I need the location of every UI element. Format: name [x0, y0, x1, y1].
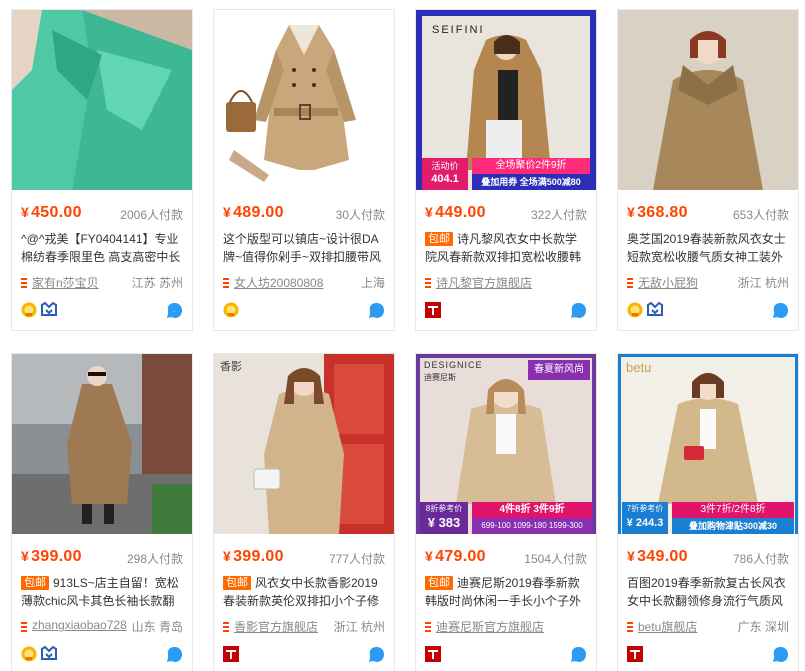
product-image[interactable] — [214, 10, 394, 190]
price: ¥450.00 — [21, 204, 82, 221]
shop-link[interactable]: 迪赛尼斯官方旗舰店 — [436, 618, 544, 635]
shop-link[interactable]: 诗凡黎官方旗舰店 — [436, 274, 532, 291]
shop-icon — [425, 278, 431, 288]
price: ¥399.00 — [21, 548, 82, 565]
free-shipping-tag: 包邮 — [425, 232, 453, 246]
shop-icon — [223, 278, 229, 288]
price: ¥368.80 — [627, 204, 688, 221]
price: ¥399.00 — [223, 548, 284, 565]
location: 广东 深圳 — [737, 620, 789, 634]
product-image[interactable] — [12, 10, 192, 190]
location: 上海 — [360, 276, 385, 290]
product-title-link[interactable]: 百图2019春季新款复古长风衣女中长款翻领修身流行气质风衣 — [627, 574, 789, 610]
chat-icon[interactable] — [570, 302, 587, 319]
shop-link[interactable]: zhangxiaobao728 — [32, 618, 127, 632]
location: 山东 青岛 — [131, 620, 183, 634]
gold-seller-icon[interactable] — [21, 302, 37, 318]
product-card[interactable]: ¥368.80 653人付款 奥芝国2019春装新款风衣女士短款宽松收腰气质女神… — [617, 9, 799, 331]
shop-link[interactable]: 女人坊20080808 — [234, 274, 323, 291]
brand-label: SEIFINI — [432, 24, 485, 36]
product-title-link[interactable]: 包邮 诗凡黎风衣女中长款学院风春新款双排扣宽松收腰韩 — [425, 230, 587, 266]
product-card[interactable]: ¥399.00 298人付款 包邮 913LS~店主自留！宽松薄款chic风卡其色… — [11, 353, 193, 671]
chat-icon[interactable] — [570, 646, 587, 663]
brand-label: betu — [626, 360, 652, 375]
shop-link[interactable]: 香影官方旗舰店 — [234, 618, 318, 635]
tmall-icon[interactable] — [425, 302, 441, 318]
price: ¥449.00 — [425, 204, 486, 221]
product-image[interactable]: SEIFINI 活动价 404.1 全场聚价2件9折 叠加用券 全场满500减8… — [416, 10, 596, 190]
product-card[interactable]: DESIGNICE 迪赛尼斯 春夏新风尚 8折参考价 ¥ 383 4件8折 3件… — [415, 353, 597, 671]
shop-icon — [627, 278, 633, 288]
chat-icon[interactable] — [166, 646, 183, 663]
gold-seller-icon[interactable] — [627, 302, 643, 318]
product-card[interactable]: ¥489.00 30人付款 这个版型可以镇店~设计很DA牌~值得你剁手~双排扣腰… — [213, 9, 395, 331]
promo-banner: 活动价 404.1 全场聚价2件9折 叠加用券 全场满500减80 — [416, 158, 596, 190]
product-card[interactable]: betu 7折参考价 ¥ 244.3 3件7折/2件8折 叠加购物津贴300减3… — [617, 353, 799, 671]
product-image[interactable] — [12, 354, 192, 534]
shop-icon — [425, 622, 431, 632]
shop-link[interactable]: betu旗舰店 — [638, 618, 697, 635]
product-title-link[interactable]: 奥芝国2019春装新款风衣女士短款宽松收腰气质女神工装外 — [627, 230, 789, 266]
sales-count: 2006人付款 — [120, 208, 183, 222]
tmall-icon[interactable] — [627, 646, 643, 662]
sales-count: 298人付款 — [126, 552, 183, 566]
price: ¥489.00 — [223, 204, 284, 221]
product-image[interactable]: betu 7折参考价 ¥ 244.3 3件7折/2件8折 叠加购物津贴300减3… — [618, 354, 798, 534]
gold-seller-icon[interactable] — [223, 302, 239, 318]
free-shipping-tag: 包邮 — [425, 576, 453, 590]
sales-count: 786人付款 — [732, 552, 789, 566]
sales-count: 1504人付款 — [524, 552, 587, 566]
svg-text:··: ·· — [172, 309, 176, 315]
product-card[interactable]: SEIFINI 活动价 404.1 全场聚价2件9折 叠加用券 全场满500减8… — [415, 9, 597, 331]
shop-icon — [627, 622, 633, 632]
free-shipping-tag: 包邮 — [223, 576, 251, 590]
chat-icon[interactable] — [368, 646, 385, 663]
product-title-link[interactable]: ^@^戎美【FY0404141】专业棉纺春季限里色 高支高密中长 — [21, 230, 183, 266]
promo-banner-title: 春夏新风尚 — [528, 360, 590, 380]
product-title-link[interactable]: 包邮 913LS~店主自留！宽松薄款chic风卡其色长袖长款翻 — [21, 574, 183, 610]
product-image[interactable] — [618, 10, 798, 190]
sales-count: 30人付款 — [335, 208, 385, 222]
product-card[interactable]: 香影 ¥399.00 777人付款 包邮 风衣女中长款香影2019春装新款英伦双排… — [213, 353, 395, 671]
brand-label: 香影 — [220, 361, 242, 373]
chat-icon[interactable]: ·· — [166, 302, 183, 319]
chat-icon[interactable] — [772, 646, 789, 663]
promo-banner: 7折参考价 ¥ 244.3 3件7折/2件8折 叠加购物津贴300减30 — [618, 502, 798, 534]
product-image[interactable]: DESIGNICE 迪赛尼斯 春夏新风尚 8折参考价 ¥ 383 4件8折 3件… — [416, 354, 596, 534]
shop-icon — [223, 622, 229, 632]
brand-label: DESIGNICE — [424, 360, 483, 370]
free-shipping-tag: 包邮 — [21, 576, 49, 590]
product-card[interactable]: ¥450.00 2006人付款 ^@^戎美【FY0404141】专业棉纺春季限里… — [11, 9, 193, 331]
shop-link[interactable]: 无敌小屁狗 — [638, 274, 698, 291]
promo-banner: 8折参考价 ¥ 383 4件8折 3件9折 699-100 1099-180 1… — [416, 502, 596, 534]
sales-count: 653人付款 — [732, 208, 789, 222]
shop-link[interactable]: 家有n莎宝贝 — [32, 274, 99, 291]
product-title-link[interactable]: 包邮 风衣女中长款香影2019春装新款英伦双排扣小个子修 — [223, 574, 385, 610]
location: 浙江 杭州 — [333, 620, 385, 634]
shop-icon — [21, 622, 27, 632]
tmall-icon[interactable] — [223, 646, 239, 662]
location: 浙江 杭州 — [737, 276, 789, 290]
sales-count: 777人付款 — [328, 552, 385, 566]
product-title-link[interactable]: 包邮 迪赛尼斯2019春季新款韩版时尚休闲一手长小个子外 — [425, 574, 587, 610]
tmall-icon[interactable] — [425, 646, 441, 662]
product-title-link[interactable]: 这个版型可以镇店~设计很DA牌~值得你剁手~双排扣腰带风 — [223, 230, 385, 266]
chat-icon[interactable] — [368, 302, 385, 319]
guarantee-icon[interactable] — [41, 302, 57, 318]
price: ¥479.00 — [425, 548, 486, 565]
chat-icon[interactable] — [772, 302, 789, 319]
guarantee-icon[interactable] — [41, 646, 57, 662]
location: 江苏 苏州 — [131, 276, 183, 290]
product-image[interactable]: 香影 — [214, 354, 394, 534]
shop-icon — [21, 278, 27, 288]
gold-seller-icon[interactable] — [21, 646, 37, 662]
guarantee-icon[interactable] — [647, 302, 663, 318]
sales-count: 322人付款 — [530, 208, 587, 222]
price: ¥349.00 — [627, 548, 688, 565]
